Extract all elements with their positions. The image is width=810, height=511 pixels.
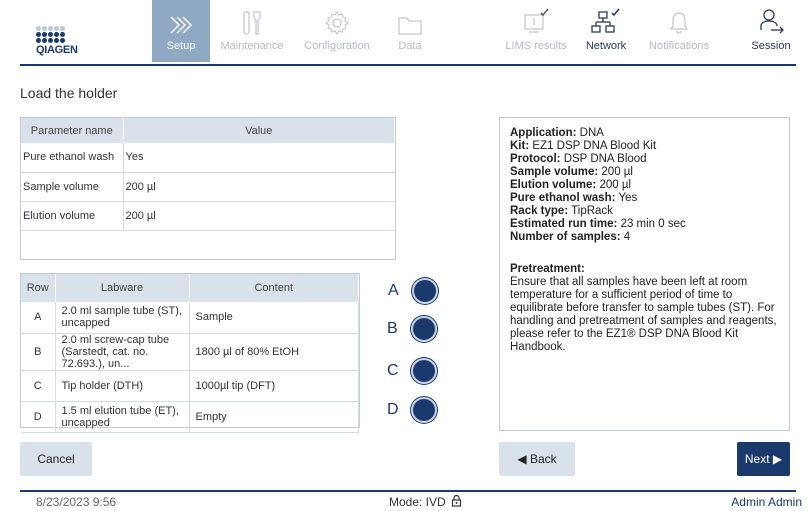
tab-setup[interactable]: Setup: [152, 0, 210, 62]
table-row: B 2.0 ml screw-cap tube (Sarstedt, cat. …: [21, 333, 359, 371]
top-navigation-bar: QIAGEN Setup Maintenance Configuration D…: [0, 0, 810, 62]
qiagen-logo: QIAGEN: [36, 26, 78, 56]
content-cell: 1000µl tip (DFT): [189, 370, 359, 402]
position-letter: A: [388, 282, 399, 299]
table-row: Sample volume 200 µl: [21, 172, 395, 202]
position-letter: D: [387, 401, 399, 418]
position-b: B: [387, 316, 447, 342]
gear-icon: [296, 0, 378, 36]
position-d: D: [387, 397, 447, 423]
tab-maintenance[interactable]: Maintenance: [214, 0, 290, 62]
parameter-name: Pure ethanol wash: [21, 143, 124, 173]
position-c: C: [387, 358, 447, 384]
parameter-name: Sample volume: [21, 172, 124, 202]
row-letter: C: [21, 370, 56, 402]
table-row: Elution volume 200 µl: [21, 201, 395, 231]
table-row: D 1.5 ml elution tube (ET), uncapped Emp…: [21, 401, 359, 433]
tab-notifications[interactable]: Notifications: [638, 0, 720, 62]
parameter-name: Elution volume: [21, 201, 124, 231]
table-row: A 2.0 ml sample tube (ST), uncapped Samp…: [21, 302, 359, 334]
table-row: C Tip holder (DTH) 1000µl tip (DFT): [21, 370, 359, 402]
position-letter: B: [387, 320, 398, 337]
folder-icon: [384, 0, 436, 36]
position-circle-icon: [412, 278, 438, 304]
position-letter: C: [387, 362, 399, 379]
table-row: Pure ethanol wash Yes: [21, 143, 395, 173]
parameter-table: Parameter name Value Pure ethanol wash Y…: [20, 117, 396, 260]
content-cell: Sample: [189, 302, 359, 334]
labware-cell: Tip holder (DTH): [55, 370, 190, 402]
header-divider: [20, 64, 796, 66]
info-line: Protocol: DSP DNA Blood: [510, 153, 647, 165]
cancel-button[interactable]: Cancel: [20, 442, 92, 476]
back-button[interactable]: ◀ Back: [499, 442, 575, 476]
info-line: Kit: EZ1 DSP DNA Blood Kit: [510, 140, 657, 152]
tab-lims-results[interactable]: LIMS results: [496, 0, 576, 62]
column-header-content: Content: [189, 274, 359, 302]
row-letter: B: [21, 333, 56, 371]
labware-cell: 2.0 ml sample tube (ST), uncapped: [55, 302, 190, 334]
pretreatment-text: Ensure that all samples have been left a…: [510, 276, 777, 353]
column-header-row: Row: [21, 274, 56, 302]
user-name[interactable]: Admin Admin: [731, 495, 802, 509]
position-circle-icon: [411, 358, 437, 384]
tab-data[interactable]: Data: [384, 0, 436, 62]
position-circle-icon: [411, 316, 437, 342]
datetime: 8/23/2023 9:56: [36, 495, 117, 509]
row-letter: A: [21, 302, 56, 334]
run-info-panel: Application: DNA Kit: EZ1 DSP DNA Blood …: [499, 117, 790, 431]
column-header-parameter: Parameter name: [21, 118, 124, 143]
labware-table: Row Labware Content A 2.0 ml sample tube…: [20, 273, 360, 433]
next-button[interactable]: Next ▶: [737, 442, 790, 476]
page-title: Load the holder: [20, 85, 118, 101]
tools-icon: [214, 0, 290, 36]
column-header-labware: Labware: [55, 274, 190, 302]
bell-icon: [638, 0, 720, 36]
status-bar: 8/23/2023 9:56 Mode: IVD Admin Admin: [20, 490, 802, 511]
info-line: Elution volume: 200 µl: [510, 179, 632, 191]
content-cell: 1800 µl of 80% EtOH: [189, 333, 359, 371]
labware-cell: 1.5 ml elution tube (ET), uncapped: [55, 401, 190, 433]
lims-icon: [496, 0, 576, 36]
parameter-value: Yes: [123, 143, 395, 173]
parameter-value: 200 µl: [123, 201, 395, 231]
position-circle-icon: [411, 397, 437, 423]
column-header-value: Value: [123, 118, 395, 143]
labware-cell: 2.0 ml screw-cap tube (Sarstedt, cat. no…: [55, 333, 190, 371]
lock-icon: [451, 494, 462, 507]
info-line: Pure ethanol wash: Yes: [510, 192, 638, 204]
parameter-value: 200 µl: [123, 172, 395, 202]
info-line: Rack type: TipRack: [510, 205, 613, 217]
tab-network[interactable]: Network: [580, 0, 632, 62]
pretreatment-title: Pretreatment:: [510, 263, 585, 275]
row-letter: D: [21, 401, 56, 433]
network-icon: [580, 0, 632, 36]
tab-session[interactable]: Session: [744, 0, 798, 62]
info-line: Number of samples: 4: [510, 231, 631, 243]
info-line: Application: DNA: [510, 127, 604, 139]
info-line: Estimated run time: 23 min 0 sec: [510, 218, 686, 230]
info-line: Sample volume: 200 µl: [510, 166, 633, 178]
content-cell: Empty: [189, 401, 359, 433]
tab-configuration[interactable]: Configuration: [296, 0, 378, 62]
mode-indicator: Mode: IVD: [389, 494, 462, 509]
user-logout-icon: [744, 0, 798, 36]
chevrons-right-icon: [152, 0, 210, 36]
position-a: A: [388, 278, 448, 304]
